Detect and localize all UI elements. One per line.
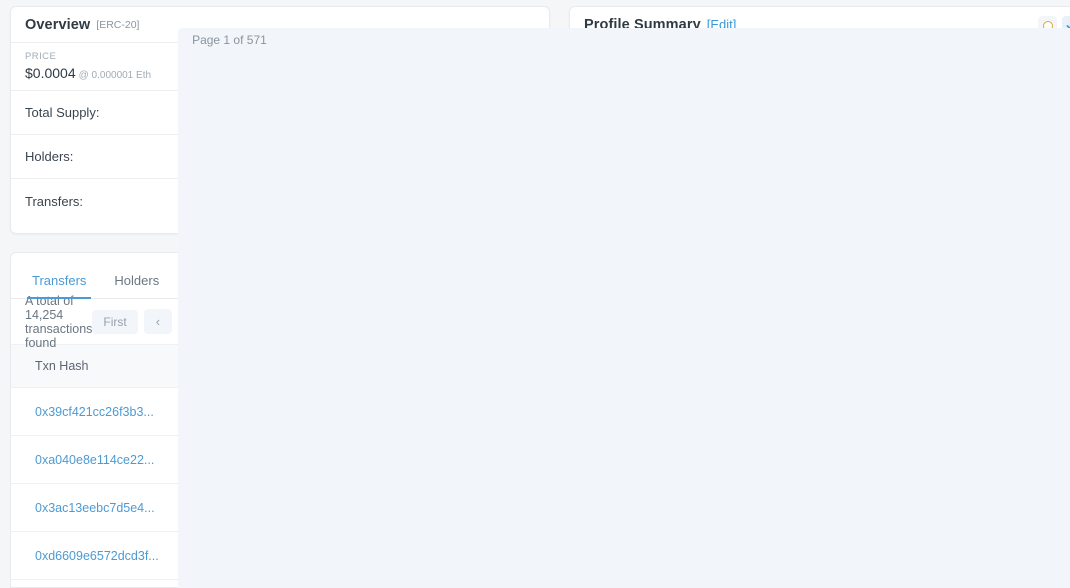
pagination-prev-button[interactable]: ‹ bbox=[143, 309, 173, 334]
pagination-page-indicator: Page 1 of 571 bbox=[178, 27, 1070, 588]
transactions-count-text: A total of 14,254 transactions found bbox=[25, 293, 93, 350]
txn-hash-link[interactable]: 0xa040e8e114ce22... bbox=[35, 453, 154, 467]
transfers-panel: Transfers Holders Info DEX Trades Read C… bbox=[10, 27, 1070, 588]
txn-hash-link[interactable]: 0x39cf421cc26f3b3... bbox=[35, 405, 154, 419]
pagination: First ‹ Page 1 of 571 › bbox=[92, 27, 1070, 588]
pagination-first-button[interactable]: First bbox=[92, 309, 138, 334]
txn-hash-link[interactable]: 0x3ac13eebc7d5e4... bbox=[35, 501, 155, 515]
overview-title: Overview bbox=[25, 16, 91, 33]
tab-transfers[interactable]: Transfers bbox=[19, 274, 99, 299]
txn-hash-link[interactable]: 0xd6609e6572dcd3f... bbox=[35, 549, 159, 563]
table-toolbar: A total of 14,254 transactions found Fir… bbox=[11, 27, 1070, 588]
price-value: $0.0004 bbox=[25, 65, 76, 81]
token-page: Overview [ERC-20] PRICE $0.0004 @ 0.00000… bbox=[0, 0, 1070, 588]
tab-holders[interactable]: Holders bbox=[101, 274, 172, 298]
